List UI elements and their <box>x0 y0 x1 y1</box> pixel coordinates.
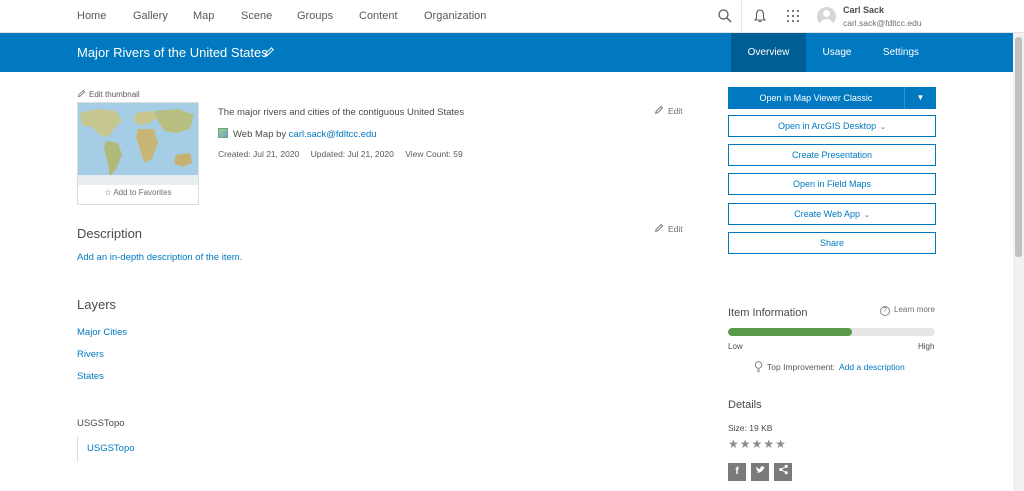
help-icon: ? <box>880 306 890 316</box>
thumbnail-map-image[interactable] <box>78 103 198 185</box>
layer-link-major-cities[interactable]: Major Cities <box>77 327 127 338</box>
search-icon[interactable] <box>717 8 733 24</box>
add-a-description-link[interactable]: Add a description <box>839 362 905 372</box>
open-in-map-viewer-label[interactable]: Open in Map Viewer Classic <box>728 87 904 109</box>
meter-high-label: High <box>918 342 935 351</box>
app-launcher-icon[interactable] <box>785 8 801 24</box>
item-quality-meter <box>728 328 935 336</box>
tab-usage[interactable]: Usage <box>808 33 866 72</box>
star-icon[interactable]: ★ <box>740 437 752 451</box>
open-in-field-maps-button[interactable]: Open in Field Maps <box>728 173 936 195</box>
edit-thumbnail-link[interactable]: Edit thumbnail <box>77 89 140 99</box>
star-icon[interactable]: ★ <box>728 437 740 451</box>
star-outline-icon: ☆ <box>104 188 112 197</box>
twitter-icon[interactable] <box>751 463 769 481</box>
edit-summary-button[interactable]: Edit <box>654 105 683 116</box>
lightbulb-icon <box>754 361 763 373</box>
created-date: Created: Jul 21, 2020 <box>218 149 300 159</box>
star-icon[interactable]: ★ <box>763 437 775 451</box>
world-map-thumbnail <box>78 103 198 185</box>
rating-stars[interactable]: ★★★★★ <box>728 437 787 451</box>
add-description-link[interactable]: Add an in-depth description of the item. <box>77 252 242 263</box>
bell-icon[interactable] <box>752 8 768 24</box>
top-improvement-label: Top Improvement: <box>767 362 836 372</box>
star-icon[interactable]: ★ <box>752 437 764 451</box>
item-title-bar: Major Rivers of the United States Overvi… <box>0 33 1024 72</box>
top-navigation: Home Gallery Map Scene Groups Content Or… <box>0 0 1024 33</box>
top-improvement: Top Improvement: Add a description <box>754 361 905 373</box>
edit-description-button[interactable]: Edit <box>654 223 683 234</box>
pencil-icon <box>77 89 86 98</box>
edit-description-label: Edit <box>668 224 683 234</box>
learn-more-label: Learn more <box>894 305 935 314</box>
nav-home[interactable]: Home <box>77 10 106 22</box>
share-label: Share <box>819 238 845 248</box>
page-title: Major Rivers of the United States <box>77 45 268 60</box>
updated-date: Updated: Jul 21, 2020 <box>310 149 394 159</box>
edit-title-pencil-icon[interactable] <box>263 46 275 58</box>
create-presentation-button[interactable]: Create Presentation <box>728 144 936 166</box>
tab-settings[interactable]: Settings <box>870 33 932 72</box>
create-web-app-button[interactable]: Create Web App ⌄ <box>728 203 936 225</box>
add-to-favorites-label: Add to Favorites <box>113 188 172 197</box>
share-nodes-glyph <box>778 464 788 475</box>
item-type-owner: Web Map by carl.sack@fdltcc.edu <box>218 128 377 140</box>
nav-map[interactable]: Map <box>193 10 214 22</box>
learn-more-link[interactable]: ? Learn more <box>880 305 935 316</box>
add-to-favorites-button[interactable]: ☆ Add to Favorites <box>78 188 198 197</box>
item-information-heading: Item Information <box>728 307 808 319</box>
scrollbar-thumb[interactable] <box>1015 37 1022 257</box>
share-icon[interactable] <box>774 463 792 481</box>
layer-link-rivers[interactable]: Rivers <box>77 349 104 360</box>
details-heading: Details <box>728 399 762 411</box>
page-scrollbar[interactable] <box>1013 33 1024 491</box>
chevron-down-icon: ⌄ <box>864 212 870 219</box>
share-button[interactable]: Share <box>728 232 936 254</box>
nav-groups[interactable]: Groups <box>297 10 333 22</box>
nav-gallery[interactable]: Gallery <box>133 10 168 22</box>
nav-divider <box>741 0 742 33</box>
owner-link[interactable]: carl.sack@fdltcc.edu <box>289 129 377 140</box>
facebook-icon[interactable]: f <box>728 463 746 481</box>
nav-scene[interactable]: Scene <box>241 10 272 22</box>
bird-glyph <box>755 466 765 473</box>
chevron-down-icon[interactable]: ▼ <box>905 87 936 109</box>
basemap-layer-link[interactable]: USGSTopo <box>87 443 135 454</box>
view-count: View Count: 59 <box>405 149 463 159</box>
item-type-label: Web Map by <box>233 129 287 140</box>
pencil-icon <box>655 223 664 232</box>
item-metadata: Created: Jul 21, 2020 Updated: Jul 21, 2… <box>218 149 472 159</box>
chevron-down-icon: ⌄ <box>880 124 886 131</box>
layer-link-states[interactable]: States <box>77 371 104 382</box>
open-in-field-maps-label: Open in Field Maps <box>792 179 872 189</box>
basemap-indent-line <box>77 436 78 462</box>
create-web-app-label: Create Web App <box>794 209 860 219</box>
open-in-arcgis-desktop-button[interactable]: Open in ArcGIS Desktop ⌄ <box>728 115 936 137</box>
tab-overview[interactable]: Overview <box>731 33 806 72</box>
create-presentation-label: Create Presentation <box>791 150 873 160</box>
open-in-map-viewer-button[interactable]: Open in Map Viewer Classic ▼ <box>728 87 936 109</box>
meter-low-label: Low <box>728 342 743 351</box>
star-icon[interactable]: ★ <box>775 437 787 451</box>
edit-thumbnail-label: Edit thumbnail <box>89 90 140 99</box>
user-name[interactable]: Carl Sack <box>843 5 884 15</box>
open-in-arcgis-desktop-label: Open in ArcGIS Desktop <box>778 121 877 131</box>
user-email[interactable]: carl.sack@fdltcc.edu <box>843 18 922 28</box>
item-size: Size: 19 KB <box>728 423 773 433</box>
basemap-heading: USGSTopo <box>77 418 125 429</box>
nav-content[interactable]: Content <box>359 10 398 22</box>
thumbnail-card: ☆ Add to Favorites <box>77 102 199 205</box>
description-heading: Description <box>77 226 143 241</box>
web-map-icon <box>218 128 228 138</box>
item-quality-fill <box>728 328 853 336</box>
item-summary: The major rivers and cities of the conti… <box>218 107 465 118</box>
edit-summary-label: Edit <box>668 106 683 116</box>
layers-heading: Layers <box>77 297 117 312</box>
avatar[interactable] <box>817 7 836 26</box>
nav-organization[interactable]: Organization <box>424 10 486 22</box>
pencil-icon <box>655 105 664 114</box>
